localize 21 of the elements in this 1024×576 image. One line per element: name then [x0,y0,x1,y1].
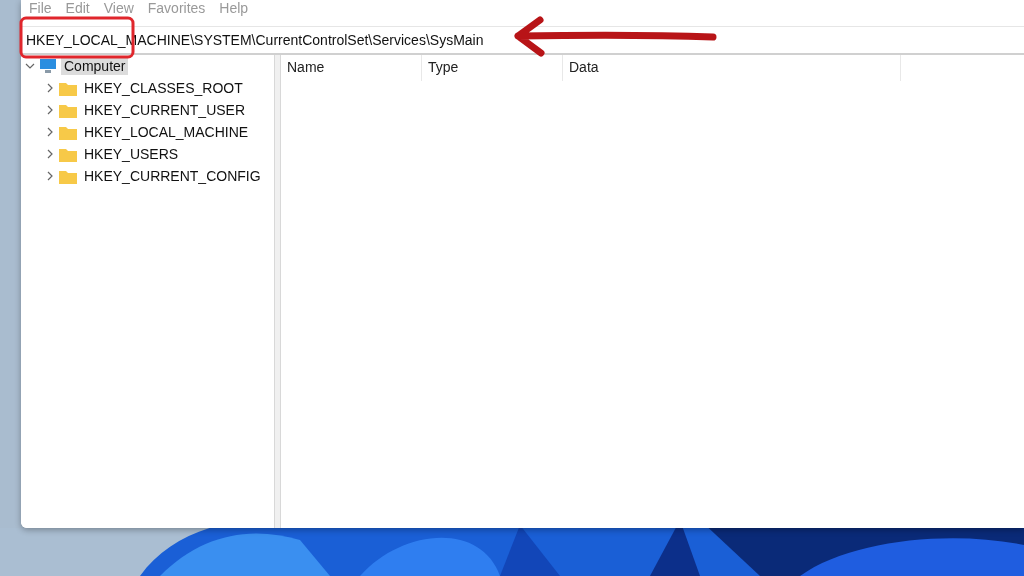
tree-item[interactable]: HKEY_CURRENT_CONFIG [81,167,264,185]
column-header[interactable]: Data [563,55,901,81]
chevron-right-icon[interactable] [45,83,55,93]
chevron-right-icon[interactable] [45,127,55,137]
tree-item[interactable]: HKEY_LOCAL_MACHINE [81,123,252,141]
chevron-right-icon[interactable] [45,105,55,115]
folder-icon [59,80,77,96]
arrow-icon [512,15,718,58]
folder-icon [59,124,77,140]
folder-icon [59,168,77,184]
column-header[interactable]: Name [281,55,422,81]
chevron-right-icon[interactable] [45,171,55,181]
folder-icon [59,146,77,162]
tree-item[interactable]: HKEY_USERS [81,145,182,163]
tree-item[interactable]: HKEY_CLASSES_ROOT [81,79,246,97]
chevron-down-icon[interactable] [25,61,35,71]
column-header[interactable]: Type [422,55,563,81]
chevron-right-icon[interactable] [45,149,55,159]
tree-item[interactable]: HKEY_CURRENT_USER [81,101,249,119]
monitor-icon [39,58,57,74]
folder-icon [59,102,77,118]
